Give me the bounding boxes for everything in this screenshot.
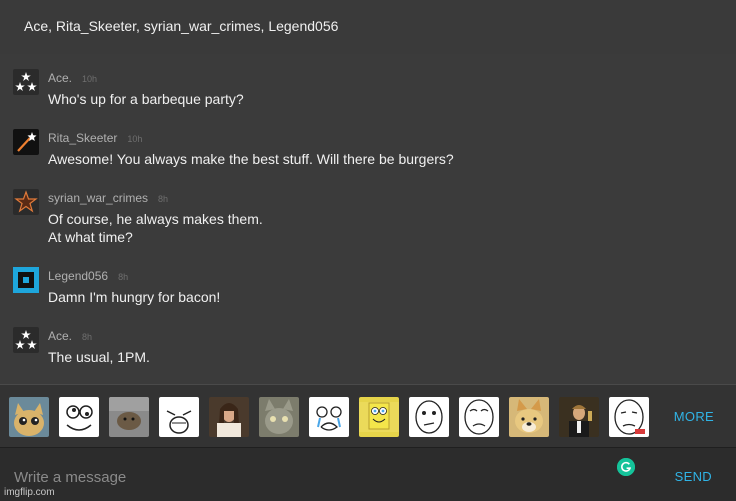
leo-cheers-sticker[interactable] [559,397,599,437]
star-outline-icon [14,190,38,213]
message-author[interactable]: Rita_Skeeter 10h [48,131,142,145]
message-composer: SEND [0,447,736,501]
grammarly-icon[interactable] [617,458,635,476]
shooting-star-icon [17,132,37,152]
message-timestamp: 8h [118,272,129,282]
message-timestamp: 8h [158,194,169,204]
message-author[interactable]: Ace. 8h [48,329,92,343]
message-text: The usual, 1PM. [48,349,150,365]
jesus-sticker[interactable] [209,397,249,437]
cat-face-sticker[interactable] [259,397,299,437]
cat-photo-sticker[interactable] [109,397,149,437]
message-list: Ace. 10h Who's up for a barbeque party? R… [0,54,736,384]
avatar[interactable] [13,189,39,215]
three-stars-icon [15,330,37,349]
avatar[interactable] [13,327,39,353]
message-author[interactable]: Ace. 10h [48,71,97,85]
message-text: Who's up for a barbeque party? [48,91,244,107]
message-author[interactable]: syrian_war_crimes 8h [48,191,168,205]
message-timestamp: 8h [82,332,93,342]
three-stars-icon [15,72,37,91]
thinking-face-sticker[interactable] [409,397,449,437]
doge-sticker[interactable] [509,397,549,437]
send-button[interactable]: SEND [675,469,712,484]
lol-face-sticker[interactable] [159,397,199,437]
okay-sad-face-sticker[interactable] [609,397,649,437]
conversation-title: Ace, Rita_Skeeter, syrian_war_crimes, Le… [24,18,339,34]
derp-face-sticker[interactable] [59,397,99,437]
imgflip-watermark: imgflip.com [4,487,55,498]
cat-sticker[interactable] [9,397,49,437]
message-timestamp: 10h [82,74,98,84]
message-author[interactable]: Legend056 8h [48,269,128,283]
chat-header: Ace, Rita_Skeeter, syrian_war_crimes, Le… [0,0,736,54]
message-timestamp: 10h [127,134,143,144]
message-input[interactable] [12,464,596,490]
message-text: Awesome! You always make the best stuff.… [48,151,454,167]
sticker-bar: MORE [0,384,736,447]
avatar[interactable] [13,69,39,95]
message-text: Of course, he always makes them. At what… [48,211,263,245]
avatar[interactable] [13,129,39,155]
spongebob-sticker[interactable] [359,397,399,437]
message-text: Damn I'm hungry for bacon! [48,289,221,305]
blue-square-icon [13,267,39,293]
avatar[interactable] [13,267,39,293]
okay-face-sticker[interactable] [459,397,499,437]
more-stickers-button[interactable]: MORE [674,409,714,424]
tears-face-sticker[interactable] [309,397,349,437]
chat-window: Ace, Rita_Skeeter, syrian_war_crimes, Le… [0,0,736,501]
